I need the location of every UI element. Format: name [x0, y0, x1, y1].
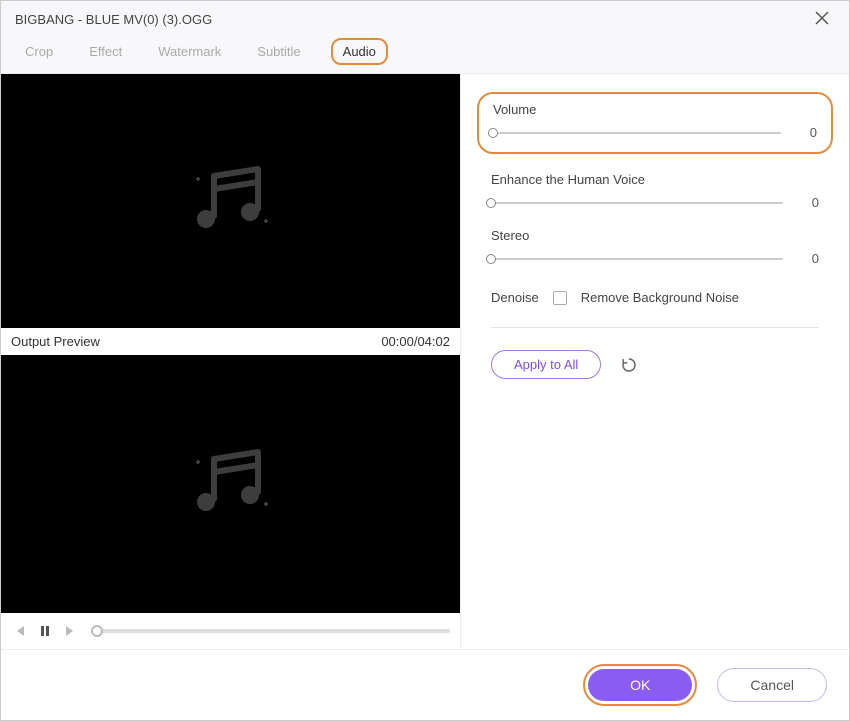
- enhance-value: 0: [795, 195, 819, 210]
- music-icon: [186, 444, 276, 524]
- close-button[interactable]: [809, 9, 835, 30]
- output-preview-label: Output Preview: [11, 334, 100, 349]
- volume-value: 0: [793, 125, 817, 140]
- tab-subtitle[interactable]: Subtitle: [251, 38, 306, 65]
- time-display: 00:00/04:02: [381, 334, 450, 349]
- volume-slider[interactable]: [493, 132, 781, 134]
- param-denoise: Denoise Remove Background Noise: [491, 290, 819, 305]
- denoise-label: Denoise: [491, 290, 539, 305]
- denoise-checkbox[interactable]: [553, 291, 567, 305]
- preview-info-bar: Output Preview 00:00/04:02: [1, 328, 460, 355]
- tab-bar: Crop Effect Watermark Subtitle Audio: [1, 34, 849, 74]
- enhance-label: Enhance the Human Voice: [491, 172, 819, 187]
- source-preview: [1, 74, 460, 328]
- enhance-slider[interactable]: [491, 202, 783, 204]
- refresh-icon: [620, 356, 638, 374]
- slider-thumb[interactable]: [488, 128, 498, 138]
- music-icon: [186, 161, 276, 241]
- ok-highlight: OK: [583, 664, 697, 706]
- stereo-value: 0: [795, 251, 819, 266]
- volume-label: Volume: [493, 102, 817, 117]
- titlebar: BIGBANG - BLUE MV(0) (3).OGG: [1, 1, 849, 34]
- output-preview: [1, 355, 460, 613]
- denoise-checkbox-label: Remove Background Noise: [581, 290, 739, 305]
- param-enhance-voice: Enhance the Human Voice 0: [491, 172, 819, 210]
- apply-to-all-button[interactable]: Apply to All: [491, 350, 601, 379]
- tab-effect[interactable]: Effect: [83, 38, 128, 65]
- right-panel: Volume 0 Enhance the Human Voice 0 Stere…: [461, 74, 849, 649]
- progress-slider[interactable]: [97, 629, 450, 633]
- slider-thumb[interactable]: [486, 254, 496, 264]
- apply-row: Apply to All: [491, 350, 819, 379]
- window-title: BIGBANG - BLUE MV(0) (3).OGG: [15, 12, 212, 27]
- main-area: Output Preview 00:00/04:02: [1, 74, 849, 649]
- playback-controls: [1, 613, 460, 649]
- cancel-button[interactable]: Cancel: [717, 668, 827, 702]
- skip-forward-icon: [64, 624, 78, 638]
- close-icon: [815, 11, 829, 25]
- prev-button[interactable]: [11, 623, 27, 639]
- next-button[interactable]: [63, 623, 79, 639]
- divider: [491, 327, 819, 328]
- stereo-slider[interactable]: [491, 258, 783, 260]
- progress-thumb[interactable]: [91, 625, 103, 637]
- pause-icon: [38, 624, 52, 638]
- left-panel: Output Preview 00:00/04:02: [1, 74, 461, 649]
- editor-window: BIGBANG - BLUE MV(0) (3).OGG Crop Effect…: [0, 0, 850, 721]
- slider-thumb[interactable]: [486, 198, 496, 208]
- skip-back-icon: [12, 624, 26, 638]
- tab-watermark[interactable]: Watermark: [152, 38, 227, 65]
- tab-audio[interactable]: Audio: [331, 38, 388, 65]
- param-volume: Volume 0: [477, 92, 833, 154]
- footer: OK Cancel: [1, 649, 849, 720]
- stereo-label: Stereo: [491, 228, 819, 243]
- reset-button[interactable]: [619, 355, 639, 375]
- param-stereo: Stereo 0: [491, 228, 819, 266]
- pause-button[interactable]: [37, 623, 53, 639]
- ok-button[interactable]: OK: [588, 669, 692, 701]
- tab-crop[interactable]: Crop: [19, 38, 59, 65]
